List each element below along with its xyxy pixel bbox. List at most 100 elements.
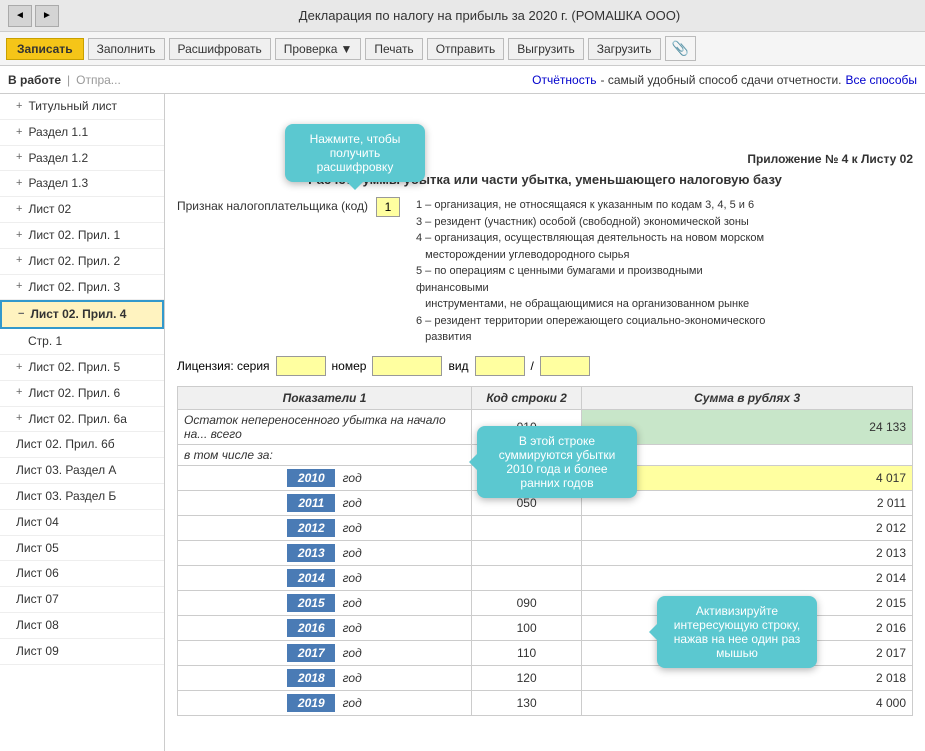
expand-icon: + (16, 150, 22, 165)
sidebar-item-label: Лист 02. Прил. 6 (28, 385, 120, 402)
rasshifrovat-button[interactable]: Расшифровать (169, 38, 271, 60)
sidebar-item-label: Лист 03. Раздел Б (16, 488, 116, 505)
table-row[interactable]: 2019 год 130 4 000 (178, 690, 913, 715)
row-value[interactable]: 4 000 (582, 690, 913, 715)
status-desc: - самый удобный способ сдачи отчетности. (600, 73, 841, 87)
row-code (472, 515, 582, 540)
sidebar-item-list02-pril2[interactable]: + Лист 02. Прил. 2 (0, 249, 164, 275)
sidebar-item-label: Раздел 1.1 (28, 124, 88, 141)
year-badge: 2016 (287, 619, 335, 637)
table-row[interactable]: 2018 год 120 2 018 (178, 665, 913, 690)
sidebar-item-list09[interactable]: Лист 09 (0, 639, 164, 665)
row-value[interactable]: 2 014 (582, 565, 913, 590)
row-code: 130 (472, 690, 582, 715)
forward-button[interactable]: ► (35, 5, 59, 27)
window-title: Декларация по налогу на прибыль за 2020 … (62, 8, 917, 23)
title-bar: ◄ ► Декларация по налогу на прибыль за 2… (0, 0, 925, 32)
row-code (472, 540, 582, 565)
sidebar-item-list02[interactable]: + Лист 02 (0, 197, 164, 223)
sidebar: + Титульный лист + Раздел 1.1 + Раздел 1… (0, 94, 165, 751)
sidebar-item-list08[interactable]: Лист 08 (0, 613, 164, 639)
sidebar-item-titulnyy[interactable]: + Титульный лист (0, 94, 164, 120)
license-vid2-input[interactable] (540, 356, 590, 376)
sidebar-item-razdel-1-3[interactable]: + Раздел 1.3 (0, 171, 164, 197)
row-year-cell: 2010 год (178, 465, 472, 490)
priznak-value[interactable]: 1 (376, 197, 400, 217)
row-code (472, 565, 582, 590)
sidebar-item-label: Лист 02. Прил. 4 (30, 306, 126, 323)
year-badge: 2019 (287, 694, 335, 712)
sidebar-item-list04[interactable]: Лист 04 (0, 510, 164, 536)
expand-icon: + (16, 385, 22, 400)
sidebar-item-razdel-1-1[interactable]: + Раздел 1.1 (0, 120, 164, 146)
sidebar-item-list07[interactable]: Лист 07 (0, 587, 164, 613)
sidebar-item-str1[interactable]: Стр. 1 (0, 329, 164, 355)
table-row[interactable]: 2014 год 2 014 (178, 565, 913, 590)
row-code: 120 (472, 665, 582, 690)
pechat-button[interactable]: Печать (365, 38, 422, 60)
proverka-button[interactable]: Проверка ▼ (275, 38, 362, 60)
row-value[interactable]: 2 018 (582, 665, 913, 690)
sidebar-item-list03-razdela[interactable]: Лист 03. Раздел А (0, 458, 164, 484)
clip-button[interactable]: 📎 (665, 36, 696, 61)
sidebar-item-list02-pril3[interactable]: + Лист 02. Прил. 3 (0, 275, 164, 301)
expand-icon: + (16, 99, 22, 114)
sidebar-item-label: Лист 02. Прил. 3 (28, 279, 120, 296)
expand-icon: + (16, 125, 22, 140)
sidebar-item-razdel-1-2[interactable]: + Раздел 1.2 (0, 146, 164, 172)
appendix-title: Приложение № 4 к Листу 02 (747, 152, 913, 166)
sidebar-item-list02-pril4[interactable]: − Лист 02. Прил. 4 (0, 300, 164, 329)
row-indicator: Остаток непереносенного убытка на начало… (178, 409, 472, 444)
zagruzit-button[interactable]: Загрузить (588, 38, 661, 60)
year-badge: 2017 (287, 644, 335, 662)
otpravit-button[interactable]: Отправить (427, 38, 505, 60)
sidebar-item-list05[interactable]: Лист 05 (0, 536, 164, 562)
sidebar-item-label: Лист 04 (16, 514, 59, 531)
sidebar-item-list06[interactable]: Лист 06 (0, 561, 164, 587)
license-row: Лицензия: серия номер вид / (177, 356, 913, 376)
priznak-descriptions: 1 – организация, не относящаяся к указан… (416, 197, 776, 346)
tooltip-summiruutsya: В этой строке суммируются убытки 2010 го… (477, 426, 637, 498)
vygruzit-button[interactable]: Выгрузить (508, 38, 584, 60)
row-year-cell: 2013 год (178, 540, 472, 565)
vse-sposoby-link[interactable]: Все способы (846, 73, 918, 87)
license-seria-input[interactable] (276, 356, 326, 376)
row-year-cell: 2016 год (178, 615, 472, 640)
row-year-cell: 2018 год (178, 665, 472, 690)
table-row[interactable]: 2013 год 2 013 (178, 540, 913, 565)
license-nomer-input[interactable] (372, 356, 442, 376)
otchetnost-link[interactable]: Отчётность (532, 73, 596, 87)
sidebar-item-list02-pril6b[interactable]: Лист 02. Прил. 6б (0, 432, 164, 458)
license-vid-input[interactable] (475, 356, 525, 376)
table-container: В этой строке суммируются убытки 2010 го… (177, 386, 913, 716)
sidebar-item-label: Лист 02. Прил. 6а (28, 411, 126, 428)
col-header-code: Код строки 2 (472, 386, 582, 409)
sidebar-item-label: Лист 02 (28, 201, 71, 218)
sidebar-item-label: Лист 02. Прил. 6б (16, 436, 115, 453)
sidebar-item-label: Раздел 1.2 (28, 150, 88, 167)
sidebar-item-list03-razdelb[interactable]: Лист 03. Раздел Б (0, 484, 164, 510)
row-value[interactable]: 2 013 (582, 540, 913, 565)
tooltip-aktiviziruyte: Активизируйте интересующую строку, нажав… (657, 596, 817, 668)
zapisat-button[interactable]: Записать (6, 38, 84, 60)
toolbar: Записать Заполнить Расшифровать Проверка… (0, 32, 925, 66)
sidebar-item-list02-pril6[interactable]: + Лист 02. Прил. 6 (0, 381, 164, 407)
back-button[interactable]: ◄ (8, 5, 32, 27)
sidebar-item-list02-pril1[interactable]: + Лист 02. Прил. 1 (0, 223, 164, 249)
year-badge: 2013 (287, 544, 335, 562)
sidebar-item-label: Лист 08 (16, 617, 59, 634)
sidebar-item-list02-pril6a[interactable]: + Лист 02. Прил. 6а (0, 407, 164, 433)
row-year-cell: 2012 год (178, 515, 472, 540)
row-year-cell: 2014 год (178, 565, 472, 590)
row-value[interactable]: 2 012 (582, 515, 913, 540)
sidebar-item-list02-pril5[interactable]: + Лист 02. Прил. 5 (0, 355, 164, 381)
sidebar-item-label: Лист 02. Прил. 1 (28, 227, 120, 244)
vid-label: вид (448, 359, 468, 373)
expand-icon: + (16, 176, 22, 191)
year-badge: 2015 (287, 594, 335, 612)
status-badge: В работе (8, 73, 61, 87)
table-row[interactable]: 2012 год 2 012 (178, 515, 913, 540)
zapolnit-button[interactable]: Заполнить (88, 38, 165, 60)
otpravit-status: Отпра... (76, 73, 121, 87)
row-code: 110 (472, 640, 582, 665)
